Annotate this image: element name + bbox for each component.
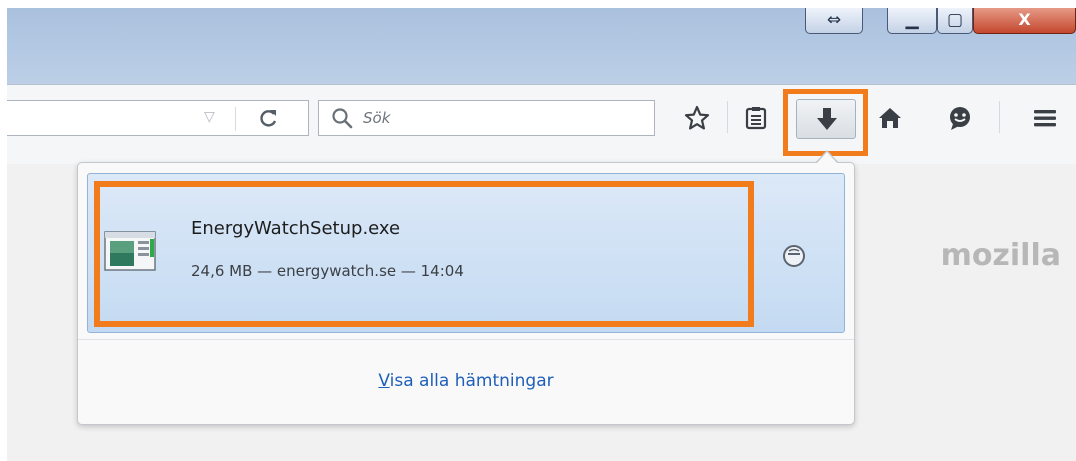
panel-arrow-fill <box>816 152 838 164</box>
bookmark-star-icon[interactable] <box>684 105 710 131</box>
maximize-icon: ▢ <box>946 10 964 30</box>
show-all-downloads-link[interactable]: Visa alla hämtningar <box>77 371 855 391</box>
mozilla-logo: mozilla <box>940 238 1061 273</box>
reload-icon[interactable] <box>258 105 280 131</box>
toolbar-separator <box>999 101 1000 133</box>
download-item-highlight <box>94 181 754 327</box>
resize-icon: ⇔ <box>826 10 842 30</box>
url-bar[interactable]: ▽ <box>7 100 309 136</box>
downloads-button-highlight <box>783 89 868 156</box>
reading-list-icon[interactable] <box>743 105 769 131</box>
search-icon <box>332 108 353 129</box>
close-icon: X <box>1018 10 1031 29</box>
dropdown-icon[interactable]: ▽ <box>204 109 215 125</box>
maximize-button[interactable]: ▢ <box>937 8 973 34</box>
urlbar-separator <box>235 107 236 131</box>
navigation-toolbar: ▽ Sök <box>7 84 1076 164</box>
toolbar-separator <box>727 101 728 133</box>
search-placeholder: Sök <box>363 109 391 127</box>
resize-button[interactable]: ⇔ <box>805 8 863 34</box>
close-button[interactable]: X <box>973 8 1076 34</box>
chat-icon[interactable] <box>947 105 973 131</box>
panel-divider <box>78 339 854 340</box>
minimize-icon: ▁ <box>905 10 919 30</box>
open-folder-icon[interactable] <box>781 243 807 269</box>
minimize-button[interactable]: ▁ <box>887 8 937 34</box>
window-titlebar: ⇔ ▁ ▢ X <box>7 8 1076 84</box>
menu-icon[interactable] <box>1032 105 1058 131</box>
home-icon[interactable] <box>877 105 903 131</box>
search-bar[interactable]: Sök <box>318 100 655 136</box>
